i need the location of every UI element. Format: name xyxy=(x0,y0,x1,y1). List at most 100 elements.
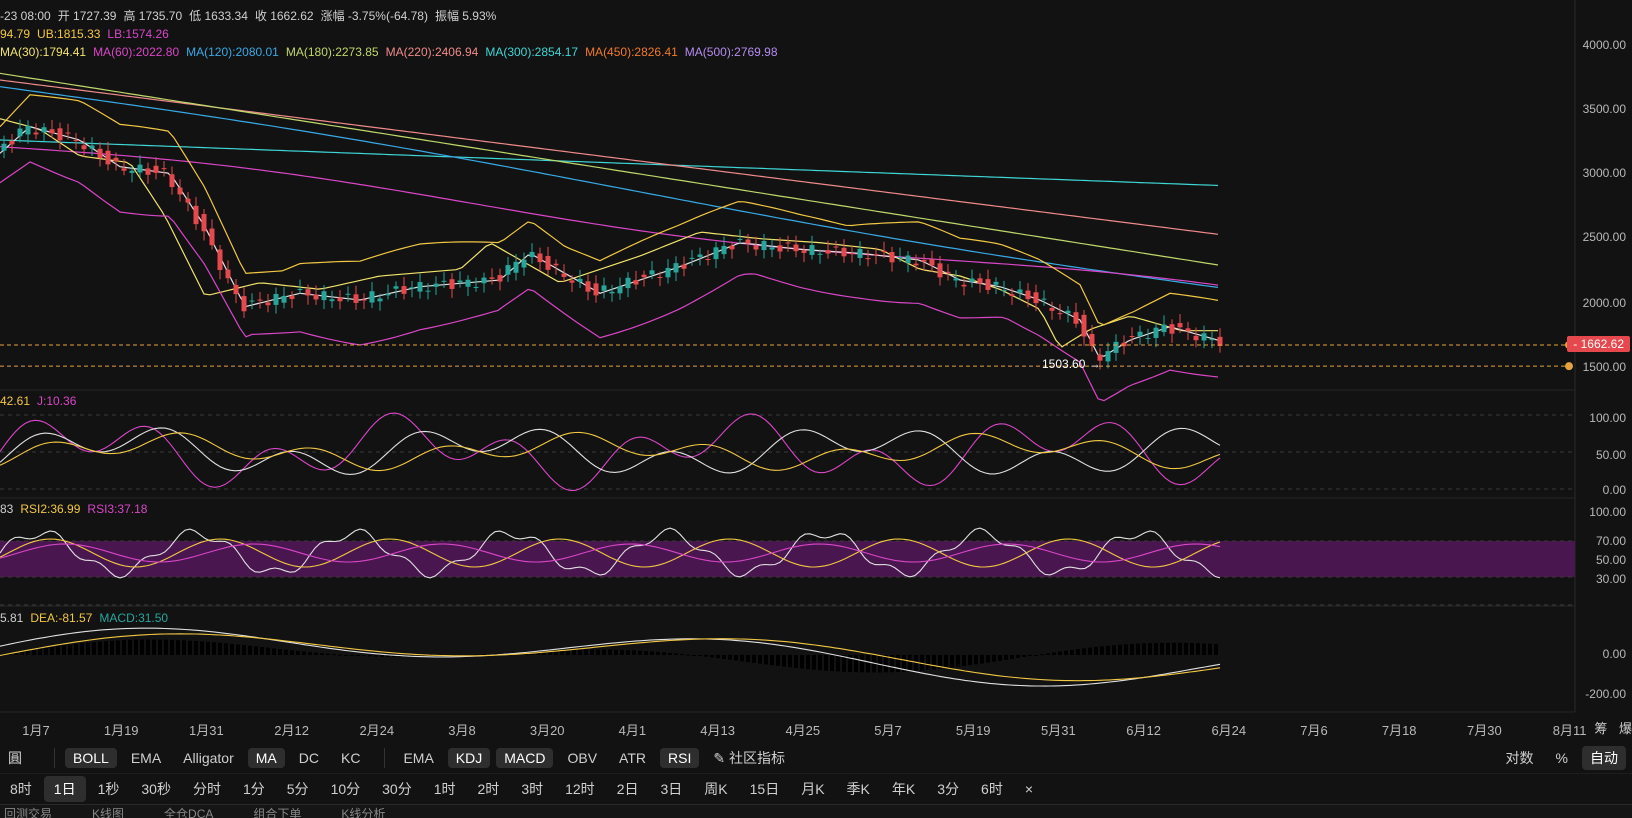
timeframe-8[interactable]: 30分 xyxy=(372,776,422,802)
macd-bar xyxy=(578,649,582,655)
liquidation-button[interactable]: 爆 xyxy=(1619,721,1632,736)
main-indicator-ma-button[interactable]: MA xyxy=(247,748,285,768)
macd-bar xyxy=(134,639,138,655)
bottom-tab-1[interactable]: K线图 xyxy=(92,807,124,818)
timeframe-19[interactable]: 年K xyxy=(882,776,925,802)
main-indicator-boll-button[interactable]: BOLL xyxy=(65,748,117,768)
candle-body xyxy=(361,299,367,301)
timeframe-15[interactable]: 周K xyxy=(694,776,737,802)
candle-body xyxy=(9,140,15,145)
macd-bar xyxy=(164,639,168,655)
community-indicator-button[interactable]: ✎ 社区指标 xyxy=(705,746,793,770)
candle-body xyxy=(785,242,791,244)
rsi-axis-label: 30.00 xyxy=(1595,572,1626,586)
x-axis-label: 3月8 xyxy=(448,723,476,738)
candle-body xyxy=(393,286,399,289)
timeframe-13[interactable]: 2日 xyxy=(607,776,649,802)
candle-body xyxy=(521,259,527,268)
chip-distribution-button[interactable]: 筹 xyxy=(1594,721,1607,736)
candle-body xyxy=(881,250,887,253)
macd-info-line: 5.81 DEA:-81.57 MACD:31.50 xyxy=(0,611,175,625)
candle-body xyxy=(921,259,927,262)
x-axis-label: 5月31 xyxy=(1041,723,1076,738)
log-scale-button[interactable]: 对数 xyxy=(1498,746,1542,770)
timeframe-2[interactable]: 1秒 xyxy=(88,776,130,802)
macd-bar xyxy=(716,655,720,659)
macd-bar xyxy=(272,648,276,655)
bottom-tab-3[interactable]: 组合下单 xyxy=(253,807,301,818)
timeframe-16[interactable]: 15日 xyxy=(740,776,790,802)
sub-indicator-kdj-button[interactable]: KDJ xyxy=(447,748,491,768)
sub-indicator-macd-button[interactable]: MACD xyxy=(496,748,554,768)
sub-indicator-rsi-button[interactable]: RSI xyxy=(660,748,700,768)
ma-value-7: MA(500):2769.98 xyxy=(684,45,778,59)
timeframe-18[interactable]: 季K xyxy=(837,776,880,802)
timeframe-6[interactable]: 5分 xyxy=(277,776,319,802)
ma-value-1: MA(60):2022.80 xyxy=(93,45,180,59)
timeframe-0[interactable]: 8时 xyxy=(0,776,42,802)
candle-body xyxy=(833,246,839,248)
macd-bar xyxy=(836,655,840,672)
timeframe-1[interactable]: 1日 xyxy=(43,776,86,802)
auto-scale-button[interactable]: 自动 xyxy=(1582,746,1626,770)
ma180-line xyxy=(0,72,1219,266)
timeframe-17[interactable]: 月K xyxy=(791,776,834,802)
candle-body xyxy=(737,238,743,240)
macd-bar xyxy=(932,655,936,670)
macd-bar xyxy=(704,655,708,657)
macd-bar xyxy=(284,649,288,655)
candle-body xyxy=(793,244,799,252)
boll-info-line: 94.79 UB:1815.33 LB:1574.26 xyxy=(0,27,176,41)
bottom-tab-2[interactable]: 全仓DCA xyxy=(164,807,213,818)
candle-body xyxy=(1129,335,1135,337)
macd-bar xyxy=(182,640,186,655)
timeframe-14[interactable]: 3日 xyxy=(650,776,692,802)
timeframe-20[interactable]: 3分 xyxy=(927,776,969,802)
kdj-info-line: 42.61 J:10.36 xyxy=(0,394,83,408)
kdj-axis-label: 0.00 xyxy=(1602,483,1626,497)
macd-bar xyxy=(32,649,36,655)
macd-bar xyxy=(260,647,264,655)
ohlc-value-1: 开 1727.39 xyxy=(57,9,117,23)
price-axis-label: 1500.00 xyxy=(1582,360,1626,374)
timeframe-10[interactable]: 2时 xyxy=(468,776,510,802)
macd-bar xyxy=(788,655,792,668)
macd-bar xyxy=(650,651,654,655)
sub-indicator-obv-button[interactable]: OBV xyxy=(559,748,605,768)
main-indicator-ema-button[interactable]: EMA xyxy=(123,748,169,768)
ma220-line xyxy=(0,79,1219,235)
bottom-tab-0[interactable]: 回测交易 xyxy=(4,807,52,818)
macd-bar xyxy=(1172,642,1176,655)
x-axis-label: 2月12 xyxy=(274,723,309,738)
macd-bar xyxy=(1064,650,1068,655)
close-icon[interactable]: × xyxy=(1015,778,1043,800)
macd-bar xyxy=(170,639,174,655)
main-indicator-kc-button[interactable]: KC xyxy=(333,748,368,768)
macd-bar xyxy=(692,655,696,656)
percent-scale-button[interactable]: % xyxy=(1548,748,1576,768)
timeframe-7[interactable]: 10分 xyxy=(321,776,371,802)
sub-indicator-atr-button[interactable]: ATR xyxy=(611,748,654,768)
timeframe-12[interactable]: 12时 xyxy=(555,776,605,802)
macd-bar xyxy=(380,655,384,657)
candle-body xyxy=(585,281,591,292)
macd-bar xyxy=(38,648,42,655)
timeframe-21[interactable]: 6时 xyxy=(971,776,1013,802)
main-indicator-dc-button[interactable]: DC xyxy=(291,748,327,768)
macd-bar xyxy=(602,649,606,655)
x-axis-label: 8月11 xyxy=(1552,723,1587,738)
main-indicator-alligator-button[interactable]: Alligator xyxy=(175,748,242,768)
timeframe-11[interactable]: 3时 xyxy=(511,776,553,802)
timeframe-4[interactable]: 分时 xyxy=(183,776,231,802)
low-marker xyxy=(1565,362,1573,371)
timeframe-3[interactable]: 30秒 xyxy=(131,776,181,802)
chart-canvas[interactable] xyxy=(0,0,1632,744)
timeframe-5[interactable]: 1分 xyxy=(233,776,275,802)
bottom-tab-4[interactable]: K线分析 xyxy=(341,807,385,818)
sub-indicator-ema-button[interactable]: EMA xyxy=(395,748,441,768)
macd-bar xyxy=(206,641,210,655)
timeframe-9[interactable]: 1时 xyxy=(424,776,466,802)
boll-value-1: UB:1815.33 xyxy=(37,27,101,41)
toolbar-menu-icon[interactable]: 圓 xyxy=(0,746,30,770)
price-axis-label: 2000.00 xyxy=(1582,296,1626,310)
